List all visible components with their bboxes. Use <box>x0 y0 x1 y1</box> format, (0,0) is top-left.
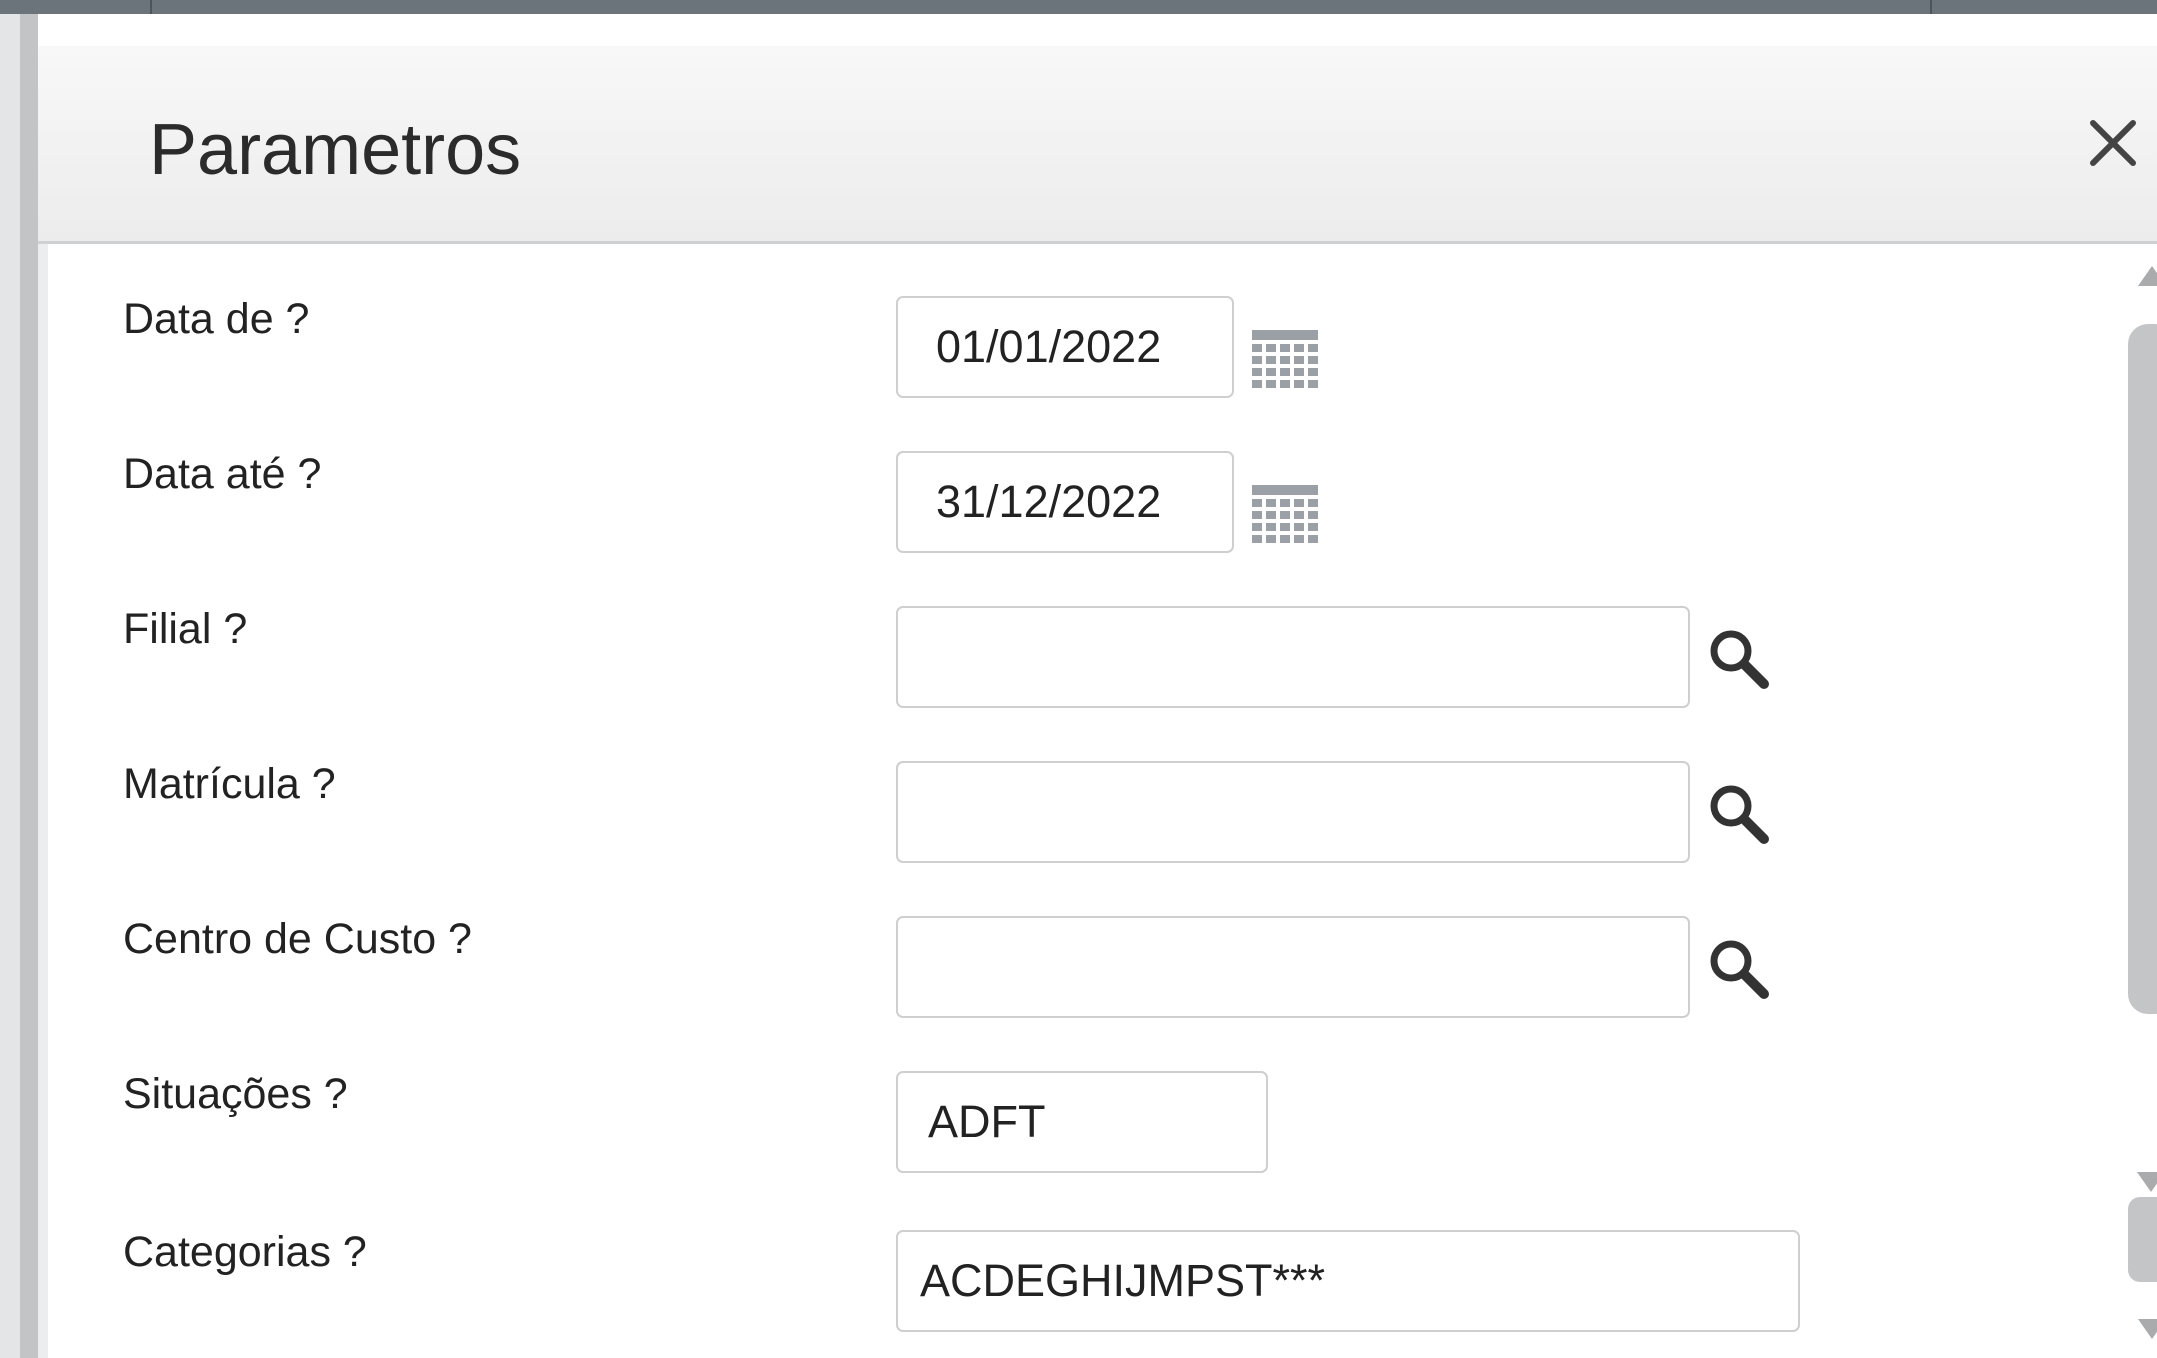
filial-input[interactable] <box>896 606 1690 708</box>
search-icon[interactable] <box>1704 934 1774 1004</box>
vertical-scrollbar[interactable] <box>2118 244 2157 1358</box>
label-centro-de-custo: Centro de Custo ? <box>123 915 472 963</box>
window-top-bar <box>0 0 2157 14</box>
label-matricula: Matrícula ? <box>123 760 336 808</box>
scroll-thumb[interactable] <box>2128 324 2157 1014</box>
calendar-icon[interactable] <box>1250 328 1320 390</box>
scroll-down-arrow-icon[interactable] <box>2138 1319 2157 1339</box>
label-filial: Filial ? <box>123 605 248 653</box>
scroll-thumb-secondary[interactable] <box>2128 1197 2157 1282</box>
categorias-input[interactable]: ACDEGHIJMPST*** <box>896 1230 1800 1332</box>
centro-de-custo-input[interactable] <box>896 916 1690 1018</box>
search-icon[interactable] <box>1704 779 1774 849</box>
scroll-up-arrow-icon[interactable] <box>2138 266 2157 286</box>
label-data-de: Data de ? <box>123 295 310 343</box>
scroll-down-arrow-icon[interactable] <box>2137 1172 2157 1192</box>
label-situacoes: Situações ? <box>123 1070 348 1118</box>
parametros-dialog: Parametros Data de ? 01/01/2022 Data até… <box>20 14 2157 1358</box>
date-to-input[interactable]: 31/12/2022 <box>896 451 1234 553</box>
close-icon <box>2090 120 2136 166</box>
dialog-title: Parametros <box>149 110 522 190</box>
label-data-ate: Data até ? <box>123 450 322 498</box>
search-icon[interactable] <box>1704 624 1774 694</box>
top-bar-divider <box>150 0 152 14</box>
date-from-input[interactable]: 01/01/2022 <box>896 296 1234 398</box>
close-button[interactable] <box>2078 108 2148 178</box>
dialog-header: Parametros <box>38 46 2157 244</box>
label-categorias: Categorias ? <box>123 1228 367 1276</box>
calendar-icon[interactable] <box>1250 483 1320 545</box>
matricula-input[interactable] <box>896 761 1690 863</box>
dialog-content: Data de ? 01/01/2022 Data até ? 31/12/20… <box>38 244 2157 1358</box>
background-strip <box>0 14 20 1358</box>
top-bar-divider <box>1930 0 1932 14</box>
situacoes-input[interactable]: ADFT <box>896 1071 1268 1173</box>
